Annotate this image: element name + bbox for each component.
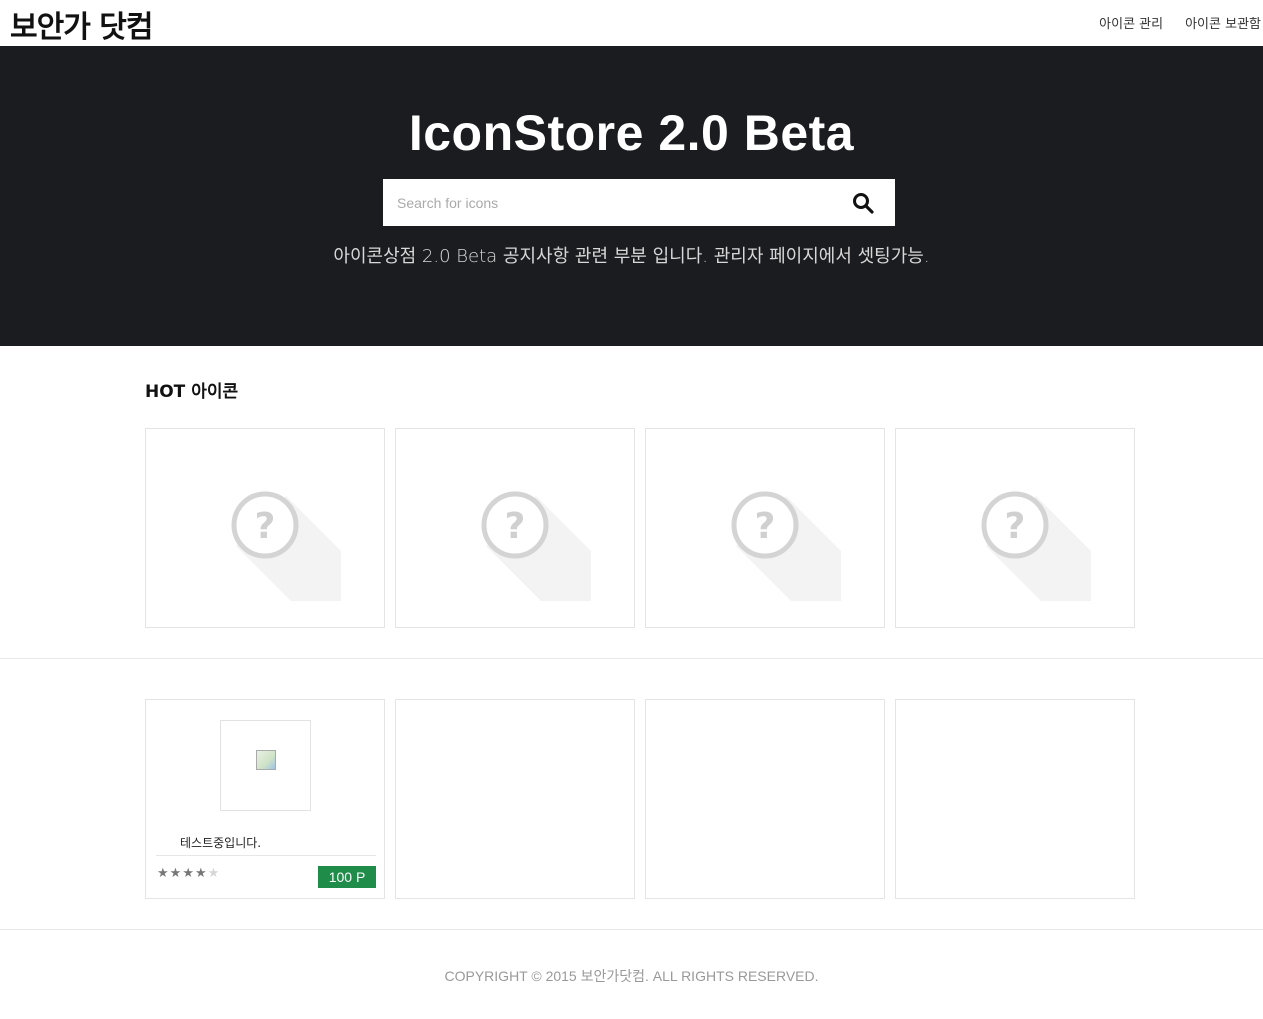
item-title[interactable]: 테스트중입니다.: [180, 834, 261, 851]
nav-icon-manage[interactable]: 아이콘 관리: [1099, 13, 1163, 32]
svg-text:?: ?: [255, 506, 276, 547]
top-nav: 아이콘 관리 아이콘 보관함: [1099, 13, 1261, 32]
hot-icon-card[interactable]: ?: [145, 428, 385, 628]
nav-icon-storage[interactable]: 아이콘 보관함: [1185, 13, 1261, 32]
svg-text:?: ?: [1005, 506, 1026, 547]
question-icon: ?: [231, 491, 341, 601]
item-thumbnail[interactable]: [220, 720, 311, 811]
empty-item-card: [645, 699, 885, 899]
top-bar: 보안가 닷컴 아이콘 관리 아이콘 보관함: [0, 0, 1263, 46]
empty-item-card: [895, 699, 1135, 899]
search-box: [383, 179, 895, 226]
search-input[interactable]: [383, 179, 833, 226]
svg-text:?: ?: [755, 506, 776, 547]
star-empty-icon: ★: [207, 866, 221, 881]
hot-icon-card[interactable]: ?: [395, 428, 635, 628]
star-icon: ★: [157, 866, 170, 881]
search-button[interactable]: [851, 191, 875, 215]
site-logo[interactable]: 보안가 닷컴: [10, 2, 153, 46]
question-icon: ?: [981, 491, 1091, 601]
empty-item-card: [395, 699, 635, 899]
svg-text:?: ?: [505, 506, 526, 547]
hot-section-title: HOT 아이콘: [145, 382, 239, 402]
star-rating: ★★★★★: [157, 866, 220, 881]
footer-copyright: COPYRIGHT © 2015 보안가닷컴. ALL RIGHTS RESER…: [444, 968, 819, 984]
section-divider: [0, 658, 1263, 659]
footer-divider: [0, 929, 1263, 930]
question-icon: ?: [481, 491, 591, 601]
star-icon: ★: [194, 866, 208, 881]
star-icon: ★: [182, 866, 195, 881]
star-icon: ★: [169, 866, 183, 881]
hero-banner: IconStore 2.0 Beta 아이콘상점 2.0 Beta 공지사항 관…: [0, 46, 1263, 346]
item-card[interactable]: 테스트중입니다. ★★★★★ 100 P: [145, 699, 385, 899]
hero-title: IconStore 2.0 Beta: [408, 105, 855, 161]
search-icon: [853, 193, 874, 214]
broken-image-icon: [256, 750, 276, 770]
item-divider: [156, 855, 376, 856]
hot-icon-card[interactable]: ?: [895, 428, 1135, 628]
notice-text: 아이콘상점 2.0 Beta 공지사항 관련 부분 입니다. 관리자 페이지에서…: [333, 246, 930, 267]
hot-icon-card[interactable]: ?: [645, 428, 885, 628]
question-icon: ?: [731, 491, 841, 601]
price-button[interactable]: 100 P: [318, 866, 376, 888]
